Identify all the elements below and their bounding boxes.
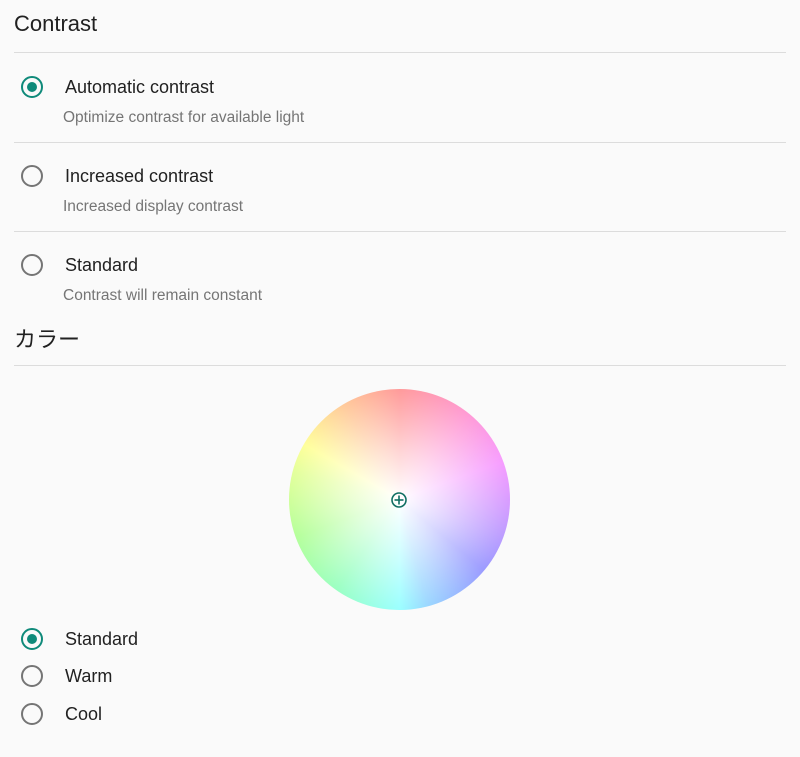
contrast-option-description: Contrast will remain constant xyxy=(63,287,262,304)
crosshair-icon[interactable] xyxy=(390,491,408,509)
color-option-cool[interactable]: Cool xyxy=(0,696,300,732)
option-divider xyxy=(14,231,786,232)
contrast-option-label: Standard xyxy=(65,255,139,275)
display-settings-page: Contrast Automatic contrast Optimize con… xyxy=(0,0,800,757)
radio-unchecked-icon[interactable] xyxy=(21,165,43,187)
color-option-label: Standard xyxy=(65,629,139,649)
color-option-standard[interactable]: Standard xyxy=(0,621,300,657)
contrast-option-label: Increased contrast xyxy=(65,166,214,186)
color-option-warm[interactable]: Warm xyxy=(0,658,300,694)
radio-unchecked-icon[interactable] xyxy=(21,703,43,725)
radio-checked-icon[interactable] xyxy=(21,628,43,650)
radio-unchecked-icon[interactable] xyxy=(21,665,43,687)
radio-unchecked-icon[interactable] xyxy=(21,254,43,276)
contrast-option-label: Automatic contrast xyxy=(65,77,215,97)
contrast-option-description: Optimize contrast for available light xyxy=(63,109,305,126)
contrast-option-standard[interactable]: Standard Contrast will remain constant xyxy=(0,235,800,321)
color-option-label: Cool xyxy=(65,704,103,724)
option-divider xyxy=(14,142,786,143)
color-option-label: Warm xyxy=(65,666,113,686)
contrast-section-title: Contrast xyxy=(14,11,98,36)
contrast-option-automatic[interactable]: Automatic contrast Optimize contrast for… xyxy=(0,57,800,143)
contrast-title-divider xyxy=(14,52,786,53)
color-wheel[interactable] xyxy=(289,389,510,610)
color-section-title: カラー xyxy=(14,327,81,352)
contrast-option-increased[interactable]: Increased contrast Increased display con… xyxy=(0,146,800,232)
radio-checked-icon[interactable] xyxy=(21,76,43,98)
contrast-option-description: Increased display contrast xyxy=(63,198,244,215)
color-title-divider xyxy=(14,365,786,366)
